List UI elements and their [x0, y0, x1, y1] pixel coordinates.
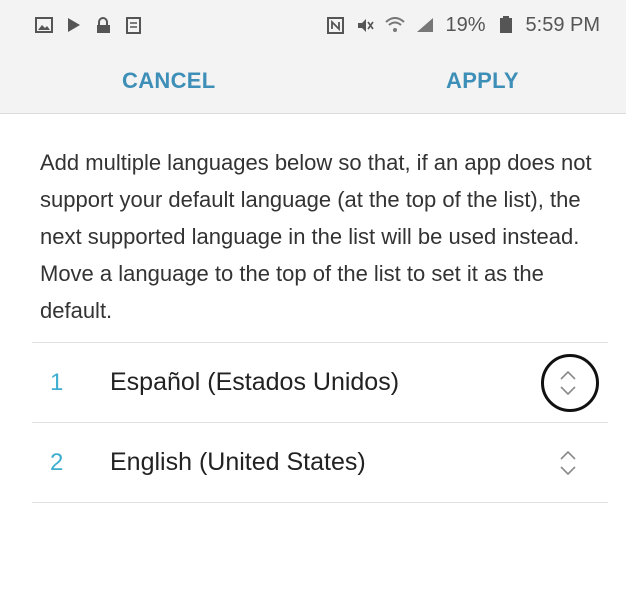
language-name: Español (Estados Unidos): [110, 368, 400, 396]
language-list: 1 Español (Estados Unidos) 2 English (Un…: [32, 342, 608, 503]
mute-icon: [355, 16, 375, 34]
battery-icon: [496, 16, 516, 34]
cancel-button[interactable]: CANCEL: [114, 64, 223, 98]
notification-icons: [34, 16, 144, 34]
language-priority-number: 2: [50, 448, 64, 476]
wifi-icon: [385, 16, 406, 34]
lock-icon: [94, 16, 114, 34]
clock: 5:59 PM: [525, 13, 600, 36]
status-bar: 19% 5:59 PM: [0, 0, 626, 50]
language-name: English (United States): [110, 448, 366, 476]
language-instructions: Add multiple languages below so that, if…: [40, 150, 592, 323]
language-row-2[interactable]: 2 English (United States): [32, 423, 608, 503]
signal-icon: [415, 16, 435, 34]
language-row-1[interactable]: 1 Español (Estados Unidos): [32, 343, 608, 423]
system-indicators: 19% 5:59 PM: [325, 14, 600, 37]
battery-percent: 19%: [445, 13, 486, 36]
reorder-icon[interactable]: [542, 358, 594, 408]
nfc-icon: [325, 16, 345, 34]
reorder-icon[interactable]: [542, 438, 594, 488]
language-priority-number: 1: [50, 368, 64, 396]
play-store-icon: [64, 16, 84, 34]
action-bar: CANCEL APPLY: [0, 50, 626, 114]
document-icon: [124, 16, 144, 34]
apply-button[interactable]: APPLY: [438, 64, 527, 98]
gallery-icon: [34, 16, 54, 34]
